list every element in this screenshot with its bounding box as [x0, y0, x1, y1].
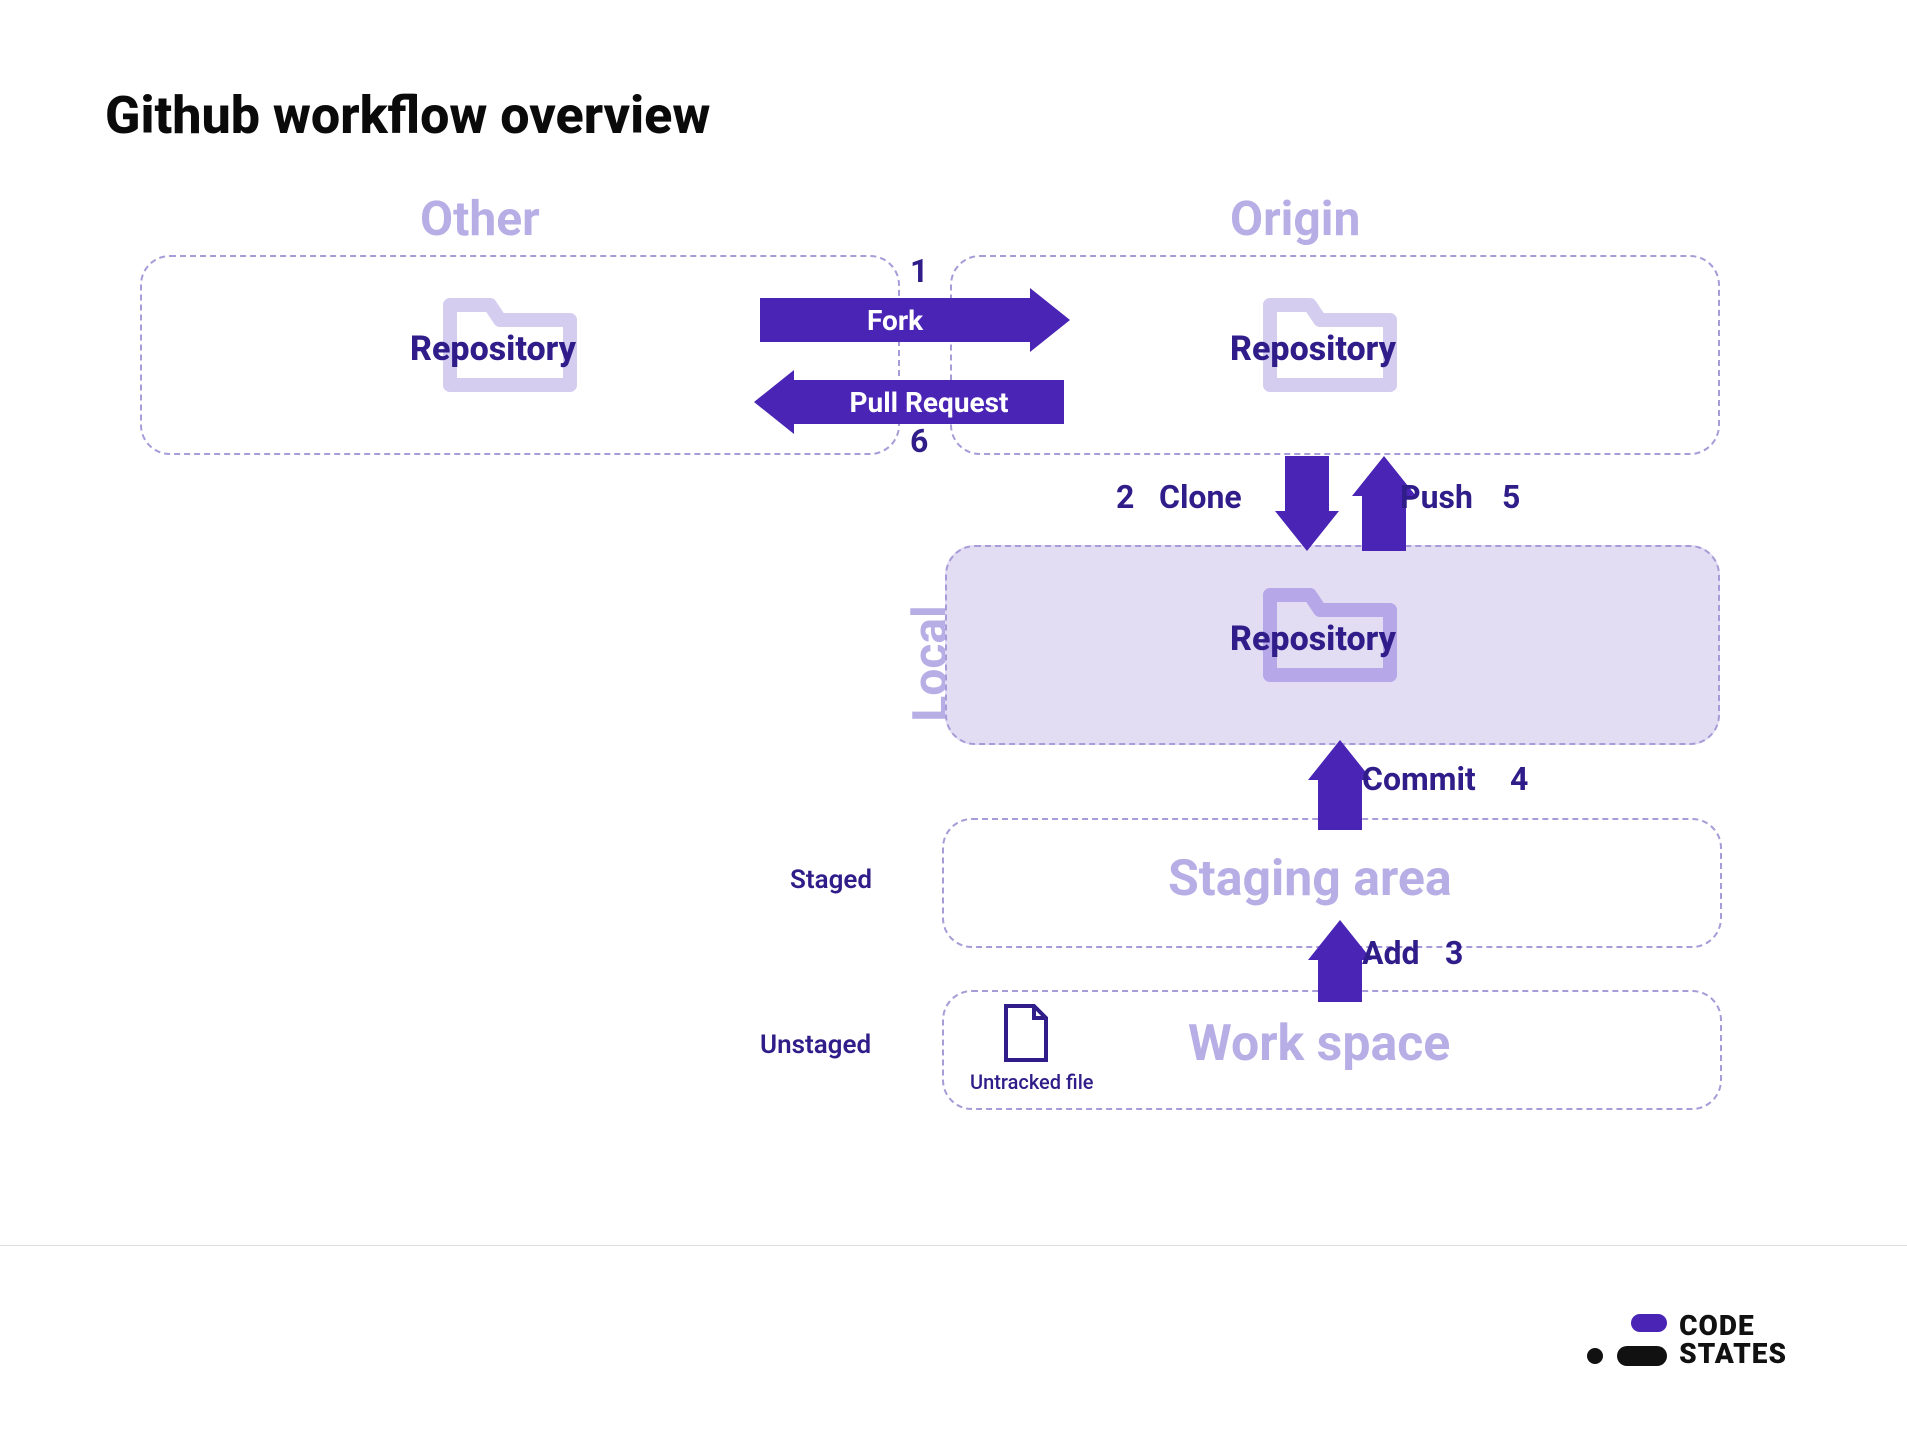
section-label-other: Other: [420, 190, 540, 247]
staging-area-label: Staging area: [1168, 850, 1452, 908]
commit-label: Commit: [1362, 760, 1476, 798]
section-label-origin: Origin: [1230, 190, 1360, 247]
repository-label-local: Repository: [1230, 619, 1396, 659]
fork-arrow-label: Fork: [760, 298, 1030, 342]
logo-text-line2: STATES: [1679, 1340, 1787, 1368]
step-number-3: 3: [1445, 934, 1463, 972]
diagram-title: Github workflow overview: [105, 85, 710, 146]
clone-arrow: [1275, 456, 1339, 551]
codestates-logo: CODE STATES: [1587, 1312, 1787, 1368]
step-number-2: 2: [1116, 478, 1134, 516]
file-icon: [1000, 1002, 1052, 1064]
logo-text-line1: CODE: [1679, 1312, 1787, 1340]
step-number-4: 4: [1510, 760, 1528, 798]
step-number-6: 6: [910, 422, 928, 460]
unstaged-label: Unstaged: [760, 1030, 871, 1060]
clone-label: Clone: [1159, 478, 1242, 516]
step-number-1: 1: [910, 252, 928, 290]
repository-label-other: Repository: [410, 329, 576, 369]
fork-arrow: Fork: [760, 288, 1070, 352]
repository-label-origin: Repository: [1230, 329, 1396, 369]
pull-request-arrow: Pull Request: [754, 370, 1064, 434]
pull-request-arrow-label: Pull Request: [794, 380, 1064, 424]
add-label: Add: [1362, 934, 1420, 972]
footer-divider: [0, 1245, 1907, 1246]
untracked-file-label: Untracked file: [970, 1070, 1094, 1094]
staged-label: Staged: [790, 865, 872, 895]
push-label: Push: [1400, 478, 1473, 516]
workspace-label: Work space: [1188, 1015, 1450, 1073]
step-number-5: 5: [1502, 478, 1520, 516]
